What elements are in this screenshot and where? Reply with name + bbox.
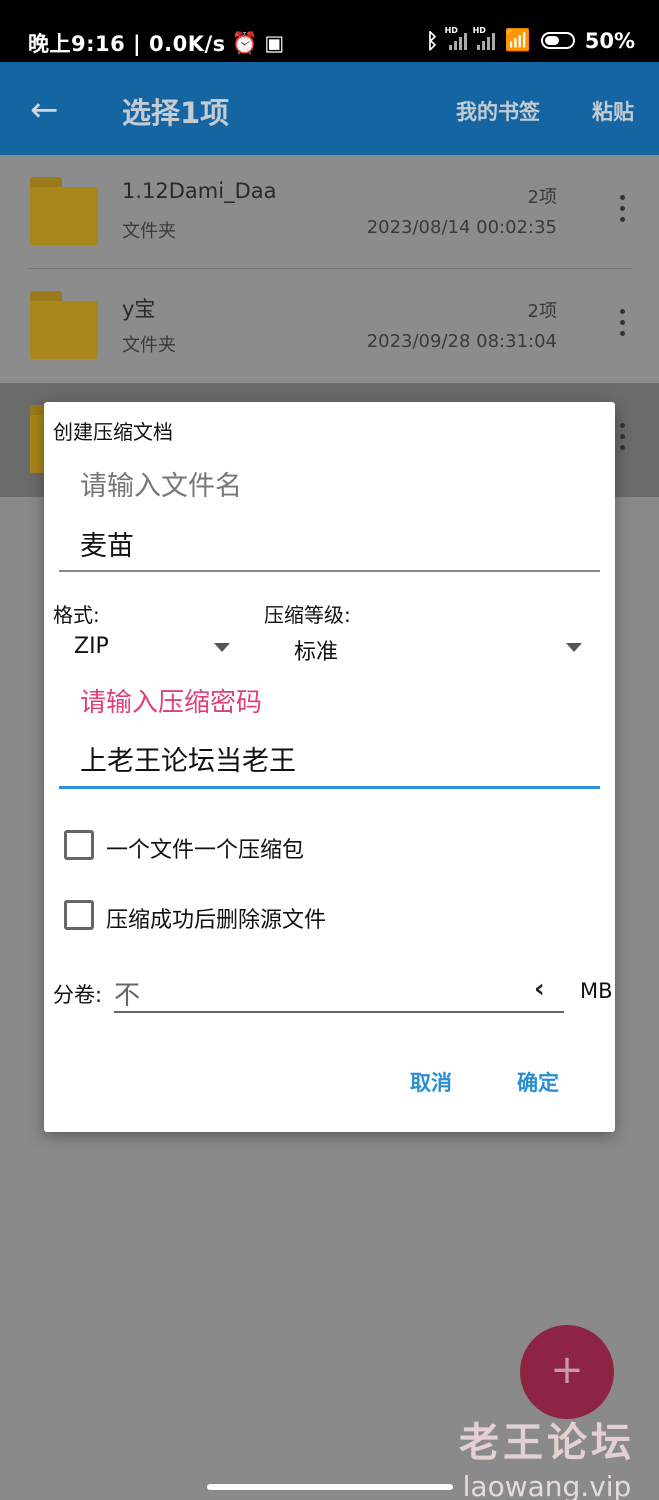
split-unit: MB (580, 979, 613, 1003)
cancel-button[interactable]: 取消 (410, 1067, 452, 1097)
signal-1-icon: HD (445, 26, 467, 50)
watermark-title: 老王论坛 (459, 1420, 635, 1466)
battery-icon (540, 32, 575, 49)
create-archive-dialog: 创建压缩文档 请输入文件名 麦苗 格式: 压缩等级: ZIP 标准 请输入压缩密… (44, 402, 615, 1132)
add-fab-button[interactable]: + (520, 1325, 614, 1419)
status-left: 晚上9:16 | 0.0K/s ⏰ ▣ (28, 28, 285, 58)
delete-source-checkbox[interactable] (64, 900, 94, 930)
dropdown-arrow-icon[interactable] (214, 643, 230, 652)
format-label: 格式: (53, 603, 100, 627)
file-name: 1.12Dami_Daa (122, 179, 277, 203)
file-name: y宝 (122, 297, 156, 321)
ok-button[interactable]: 确定 (517, 1067, 559, 1097)
one-archive-per-file-checkbox[interactable] (64, 830, 94, 860)
watermark: 老王论坛 laowang.vip (459, 1410, 635, 1500)
file-date: 2023/08/14 00:02:35 (366, 217, 557, 238)
bookmarks-button[interactable]: 我的书签 (456, 96, 540, 126)
password-underline (59, 786, 600, 789)
alarm-icon: ⏰ (231, 30, 259, 55)
app-notification-icon: ▣ (264, 31, 285, 55)
bluetooth-icon: ᛒ (425, 28, 439, 53)
item-count: 2项 (527, 301, 557, 322)
folder-icon (30, 177, 98, 247)
filename-hint: 请输入文件名 (80, 471, 242, 502)
delete-source-label[interactable]: 压缩成功后删除源文件 (106, 902, 326, 934)
battery-level: 50% (584, 28, 635, 53)
paste-button[interactable]: 粘贴 (592, 96, 634, 126)
page-title: 选择1项 (122, 96, 230, 130)
app-bar: ← 选择1项 我的书签 粘贴 (0, 62, 659, 155)
filename-input[interactable]: 麦苗 (80, 524, 134, 563)
filename-underline (59, 570, 600, 572)
more-vert-icon[interactable] (612, 195, 632, 229)
dropdown-arrow-icon[interactable] (566, 643, 582, 652)
file-type: 文件夹 (122, 335, 176, 356)
status-time: 晚上9:16 | 0.0K/s (28, 32, 226, 56)
file-date: 2023/09/28 08:31:04 (366, 331, 557, 352)
watermark-url: laowang.vip (462, 1470, 632, 1500)
list-item[interactable]: 1.12Dami_Daa 文件夹 2项 2023/08/14 00:02:35 (0, 155, 659, 269)
signal-2-icon: HD (473, 26, 495, 50)
list-item[interactable]: y宝 文件夹 2项 2023/09/28 08:31:04 (0, 269, 659, 383)
split-input[interactable]: 不 (114, 975, 140, 1012)
back-arrow-icon[interactable]: ← (30, 90, 59, 130)
item-count: 2项 (527, 187, 557, 208)
wifi-icon: 📶 (504, 28, 531, 52)
one-archive-per-file-label[interactable]: 一个文件一个压缩包 (106, 832, 304, 864)
level-label: 压缩等级: (264, 603, 351, 627)
file-type: 文件夹 (122, 221, 176, 242)
status-bar: 晚上9:16 | 0.0K/s ⏰ ▣ ᛒ HD HD 📶 50% (0, 0, 659, 62)
level-select[interactable]: 标准 (294, 634, 338, 666)
password-input[interactable]: 上老王论坛当老王 (80, 739, 296, 778)
more-vert-icon[interactable] (612, 309, 632, 343)
split-underline (114, 1011, 564, 1013)
format-select[interactable]: ZIP (74, 634, 109, 659)
more-vert-icon[interactable] (612, 423, 632, 457)
gesture-nav-bar[interactable] (207, 1484, 453, 1490)
folder-icon (30, 291, 98, 361)
password-label: 请输入压缩密码 (80, 688, 263, 718)
split-label: 分卷: (53, 983, 103, 1007)
chevron-left-icon[interactable]: ‹ (534, 974, 545, 1004)
dialog-title: 创建压缩文档 (53, 420, 173, 444)
status-right: ᛒ HD HD 📶 50% (425, 26, 635, 53)
